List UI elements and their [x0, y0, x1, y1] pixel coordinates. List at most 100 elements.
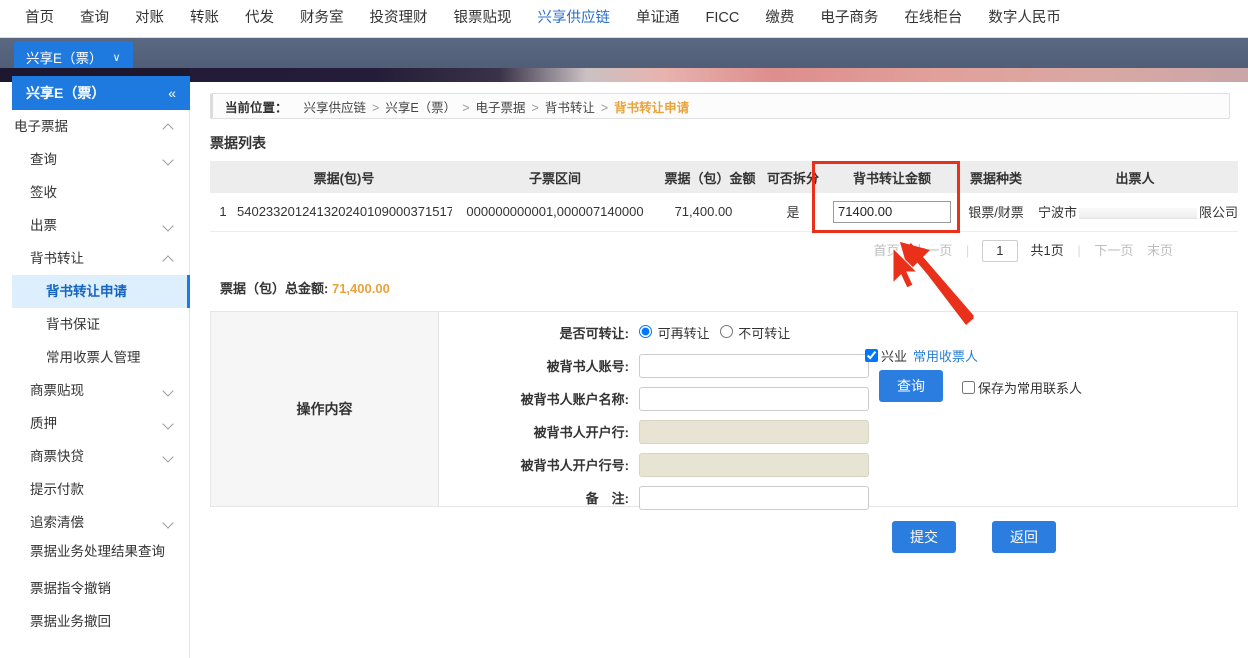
breadcrumb-link-0[interactable]: 兴享供应链	[304, 101, 367, 115]
topnav-item-12[interactable]: 电子商务	[807, 0, 891, 37]
collapse-icon[interactable]: «	[168, 85, 176, 101]
chevron-down-icon	[163, 451, 174, 462]
save-contact-checkbox[interactable]	[962, 380, 975, 394]
pagination-page-input[interactable]: 1	[981, 239, 1018, 262]
topnav-item-9[interactable]: 单证通	[623, 0, 693, 37]
sidebar-item-6[interactable]: 背书保证	[12, 308, 190, 341]
sidebar-item-9[interactable]: 质押	[12, 407, 190, 440]
sidebar-item-15[interactable]: 票据业务撤回	[12, 605, 190, 638]
topnav-item-2[interactable]: 对账	[122, 0, 177, 37]
redacted-mask	[1079, 208, 1198, 220]
app-root: 首页 查询 对账 转账 代发 财务室 投资理财 银票贴现 兴享供应链 单证通 FICC 缴费 电子商务在…	[0, 0, 1248, 658]
sub-tab-label: 兴享E（票）	[26, 51, 103, 66]
sidebar-item-7[interactable]: 常用收票人管理	[12, 341, 190, 374]
bank-checkbox[interactable]	[865, 348, 878, 362]
back-button[interactable]: 返回	[992, 520, 1056, 553]
form-row-remark: 备 注:	[439, 483, 1237, 513]
sidebar-item-0[interactable]: 电子票据	[12, 110, 190, 143]
sidebar-item-label: 出票	[30, 217, 57, 233]
topnav-item-10[interactable]: FICC	[693, 0, 753, 37]
sidebar-item-label: 查询	[30, 151, 57, 167]
pagination-last[interactable]: 末页	[1147, 243, 1173, 258]
topnav-item-0[interactable]: 首页	[12, 0, 67, 37]
endorsee-bank-no-input[interactable]	[639, 452, 869, 477]
th-drawer: 出票人	[1032, 161, 1238, 193]
chevron-down-icon	[163, 220, 174, 231]
chevron-down-icon	[163, 385, 174, 396]
topnav-item-4[interactable]: 代发	[232, 0, 287, 37]
sidebar-item-12[interactable]: 追索清偿	[12, 506, 190, 539]
topnav-item-8[interactable]: 兴享供应链	[525, 0, 624, 47]
radio-retransferable[interactable]	[639, 325, 652, 338]
radio-group-transferable: 可再转让 不可转让	[639, 323, 798, 342]
topnav-item-label: 数字人民币	[988, 10, 1061, 26]
th-amount: 票据（包）金额	[658, 161, 762, 193]
radio-option-non-transferable[interactable]: 不可转让	[719, 323, 790, 342]
sidebar-item-label: 票据业务撤回	[30, 613, 111, 629]
topnav-item-1[interactable]: 查询	[67, 0, 122, 37]
bill-table-head: 票据(包)号 子票区间 票据（包）金额 可否拆分 背书转让金额 票据种类 出票人	[210, 161, 1238, 193]
table-header-row: 票据(包)号 子票区间 票据（包）金额 可否拆分 背书转让金额 票据种类 出票人	[210, 161, 1238, 193]
sidebar-item-label: 提示付款	[30, 481, 84, 497]
drawer-suffix: 限公司	[1199, 205, 1238, 221]
transfer-amount-input[interactable]	[833, 200, 951, 223]
sidebar-item-14[interactable]: 票据指令撤销	[12, 572, 190, 605]
bill-table-wrapper: 票据(包)号 子票区间 票据（包）金额 可否拆分 背书转让金额 票据种类 出票人…	[210, 161, 1238, 233]
operation-form: 是否可转让: 可再转让 不可转让 被背书人账号: 被背书人账户名称: 被背书人开…	[439, 312, 1237, 510]
topnav-item-label: 转账	[190, 10, 219, 26]
endorsee-bank-input[interactable]	[639, 419, 869, 444]
cell-bill-kind: 银票/财票	[960, 193, 1032, 232]
query-button[interactable]: 查询	[879, 369, 943, 402]
cell-bill-no: 540233201241320240109000371517	[236, 193, 452, 232]
chevron-down-icon	[163, 418, 174, 429]
cell-amount: 71,400.00	[658, 193, 762, 232]
pagination-prev[interactable]: 上一页	[913, 243, 952, 258]
sidebar-item-1[interactable]: 查询	[12, 143, 190, 176]
breadcrumb-link-1[interactable]: 兴享E（票）	[385, 101, 456, 115]
sidebar-item-4[interactable]: 背书转让	[12, 242, 190, 275]
radio-option-retransferable[interactable]: 可再转让	[639, 323, 710, 342]
topnav-item-5[interactable]: 财务室	[287, 0, 357, 37]
topnav-item-label: 财务室	[300, 10, 344, 26]
endorsee-account-input[interactable]	[639, 353, 869, 378]
remark-input[interactable]	[639, 485, 869, 510]
radio-non-transferable[interactable]	[719, 325, 733, 338]
sidebar-item-5[interactable]: 背书转让申请	[12, 275, 190, 308]
common-payee-link[interactable]: 常用收票人	[913, 346, 978, 365]
sidebar-item-label: 常用收票人管理	[46, 349, 141, 365]
breadcrumb-separator: >	[531, 100, 539, 115]
bank-checkbox-group: 兴业 常用收票人	[865, 346, 978, 365]
breadcrumb-link-3[interactable]: 背书转让	[545, 101, 595, 115]
topnav-item-7[interactable]: 银票贴现	[441, 0, 525, 37]
pagination-first[interactable]: 首页	[874, 243, 900, 258]
sidebar: 兴享E（票） « 电子票据查询签收出票背书转让 背书转让申请 背书保证常用收票人管理…	[0, 76, 190, 658]
sidebar-item-11[interactable]: 提示付款	[12, 473, 190, 506]
sidebar-item-label: 电子票据	[14, 118, 68, 134]
sidebar-item-label: 票据指令撤销	[30, 580, 111, 596]
form-row-endorsee-account: 被背书人账号:	[439, 351, 1237, 381]
topnav-item-11[interactable]: 缴费	[752, 0, 807, 37]
breadcrumb-current: 背书转让申请	[614, 100, 690, 115]
topnav-item-label: 银票贴现	[453, 10, 512, 26]
sidebar-item-10[interactable]: 商票快贷	[12, 440, 190, 473]
topnav-item-14[interactable]: 数字人民币	[975, 0, 1074, 37]
form-row-transferable: 是否可转让: 可再转让 不可转让	[439, 318, 1237, 348]
endorsee-name-input[interactable]	[639, 386, 869, 411]
topnav-item-13[interactable]: 在线柜台	[891, 0, 975, 37]
breadcrumb-link-2[interactable]: 电子票据	[476, 101, 526, 115]
sidebar-item-label: 质押	[30, 415, 57, 431]
sidebar-header: 兴享E（票） «	[12, 76, 190, 110]
sidebar-item-8[interactable]: 商票贴现	[12, 374, 190, 407]
top-navigation-bar: 首页 查询 对账 转账 代发 财务室 投资理财 银票贴现 兴享供应链 单证通 FICC 缴费 电子商务 在…	[0, 0, 1248, 47]
cell-index: 1	[210, 193, 236, 232]
cell-transfer-amount	[824, 193, 960, 232]
topnav-item-6[interactable]: 投资理财	[357, 0, 441, 37]
topnav-item-3[interactable]: 转账	[177, 0, 232, 37]
label-endorsee-account: 被背书人账号:	[546, 359, 629, 374]
submit-button[interactable]: 提交	[892, 520, 956, 553]
sidebar-item-13[interactable]: 票据业务处理结果查询	[12, 539, 190, 572]
sidebar-item-2[interactable]: 签收	[12, 176, 190, 209]
sidebar-item-3[interactable]: 出票	[12, 209, 190, 242]
pagination-next[interactable]: 下一页	[1094, 243, 1133, 258]
topnav-item-label: 对账	[135, 10, 164, 26]
